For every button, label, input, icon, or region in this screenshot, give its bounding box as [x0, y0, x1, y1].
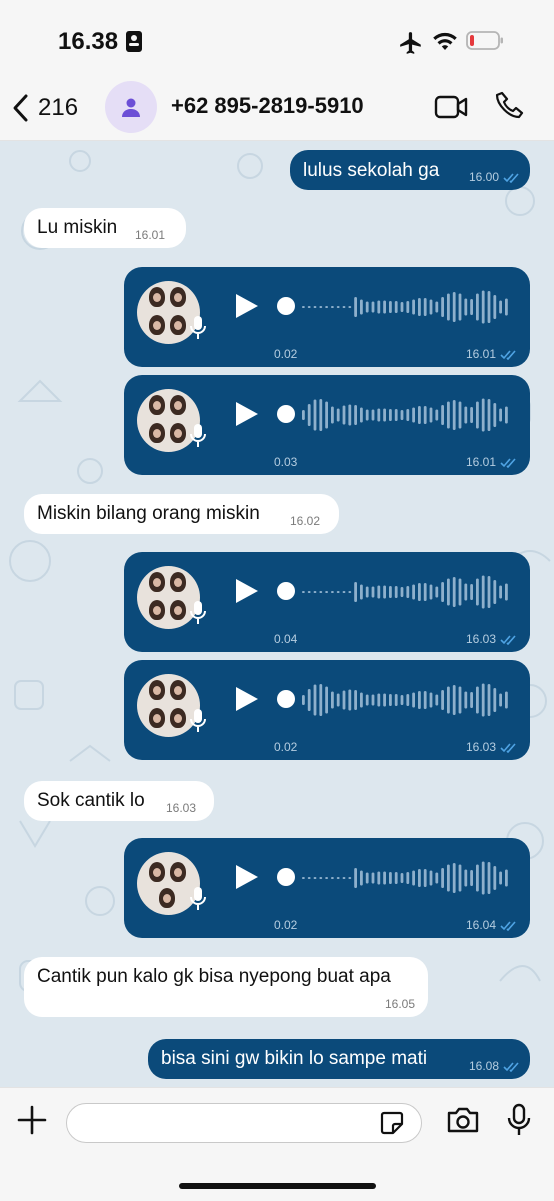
play-icon[interactable] [234, 400, 260, 428]
voice-message[interactable]: 0.03 16.01 [124, 375, 530, 475]
back-button[interactable]: 216 [10, 88, 78, 128]
play-icon[interactable] [234, 577, 260, 605]
message-bubble-outgoing[interactable]: lulus sekolah ga 16.00 [290, 150, 530, 190]
clock: 16.38 [58, 28, 119, 55]
mic-icon [190, 887, 206, 910]
voice-duration: 0.03 [274, 455, 298, 469]
waveform [302, 683, 508, 717]
voice-duration: 0.02 [274, 740, 298, 754]
video-call-icon[interactable] [434, 94, 468, 120]
read-ticks-icon [500, 350, 516, 360]
message-text: Sok cantik lo [37, 790, 145, 811]
sticker-icon[interactable] [379, 1110, 405, 1136]
person-icon [122, 98, 140, 117]
playback-scrubber[interactable] [277, 297, 295, 315]
contact-name[interactable]: +62 895-2819-5910 [171, 93, 364, 119]
playback-scrubber[interactable] [277, 405, 295, 423]
read-ticks-icon [500, 635, 516, 645]
battery-low-icon [466, 31, 503, 50]
message-time: 16.01 [466, 455, 517, 469]
message-bubble-outgoing[interactable]: bisa sini gw bikin lo sampe mati 16.08 [148, 1039, 530, 1079]
message-bubble-incoming[interactable]: Lu miskin 16.01 [24, 208, 186, 248]
message-time: 16.03 [166, 801, 197, 815]
chat-area[interactable]: lulus sekolah ga 16.00 Lu miskin 16.01 0… [0, 141, 554, 1086]
voice-duration: 0.02 [274, 918, 298, 932]
microphone-icon[interactable] [507, 1103, 531, 1137]
wifi-icon [433, 32, 457, 50]
contact-avatar[interactable] [105, 81, 157, 133]
airplane-mode-icon [400, 32, 421, 54]
voice-duration: 0.04 [274, 632, 298, 646]
playback-scrubber[interactable] [277, 690, 295, 708]
plus-icon[interactable] [15, 1103, 49, 1137]
message-time: 16.05 [384, 997, 415, 1011]
home-indicator [179, 1183, 376, 1189]
message-time: 16.04 [466, 918, 517, 932]
unread-count: 216 [38, 94, 79, 121]
message-field[interactable] [66, 1103, 422, 1143]
mic-icon [190, 424, 206, 447]
waveform [302, 290, 508, 324]
message-time: 16.03 [466, 740, 517, 754]
chevron-left-icon [13, 94, 28, 122]
waveform [302, 575, 508, 609]
play-icon[interactable] [234, 863, 260, 891]
composer-bar [0, 1087, 554, 1201]
voice-message[interactable]: 0.04 16.03 [124, 552, 530, 652]
waveform [302, 398, 508, 432]
message-bubble-incoming[interactable]: Cantik pun kalo gk bisa nyepong buat apa… [24, 957, 428, 1017]
id-card-icon [126, 31, 142, 52]
message-time: 16.03 [466, 632, 517, 646]
status-bar: 16.38 [0, 0, 554, 78]
read-ticks-icon [500, 921, 516, 931]
voice-message[interactable]: 0.02 16.01 [124, 267, 530, 367]
playback-scrubber[interactable] [277, 582, 295, 600]
play-icon[interactable] [234, 292, 260, 320]
waveform [302, 861, 508, 895]
mic-icon [190, 316, 206, 339]
play-icon[interactable] [234, 685, 260, 713]
message-bubble-incoming[interactable]: Miskin bilang orang miskin 16.02 [24, 494, 339, 534]
message-time: 16.00 [469, 170, 520, 184]
voice-message[interactable]: 0.02 16.04 [124, 838, 530, 938]
message-text: Cantik pun kalo gk bisa nyepong buat apa [37, 966, 391, 987]
message-time: 16.08 [469, 1059, 520, 1073]
message-time: 16.02 [290, 514, 321, 528]
voice-message[interactable]: 0.02 16.03 [124, 660, 530, 760]
read-ticks-icon [500, 743, 516, 753]
read-ticks-icon [500, 458, 516, 468]
message-text: Miskin bilang orang miskin [37, 503, 260, 524]
voice-duration: 0.02 [274, 347, 298, 361]
read-ticks-icon [503, 173, 519, 183]
message-bubble-incoming[interactable]: Sok cantik lo 16.03 [24, 781, 214, 821]
phone-call-icon[interactable] [494, 90, 526, 122]
playback-scrubber[interactable] [277, 868, 295, 886]
message-text: lulus sekolah ga [303, 160, 440, 181]
mic-icon [190, 709, 206, 732]
message-time: 16.01 [135, 228, 166, 242]
camera-icon[interactable] [446, 1106, 480, 1134]
message-time: 16.01 [466, 347, 517, 361]
message-text: Lu miskin [37, 217, 118, 238]
message-text: bisa sini gw bikin lo sampe mati [161, 1048, 428, 1069]
read-ticks-icon [503, 1062, 519, 1072]
message-input[interactable] [79, 1110, 373, 1136]
chat-header: 216 +62 895-2819-5910 [0, 78, 554, 141]
mic-icon [190, 601, 206, 624]
